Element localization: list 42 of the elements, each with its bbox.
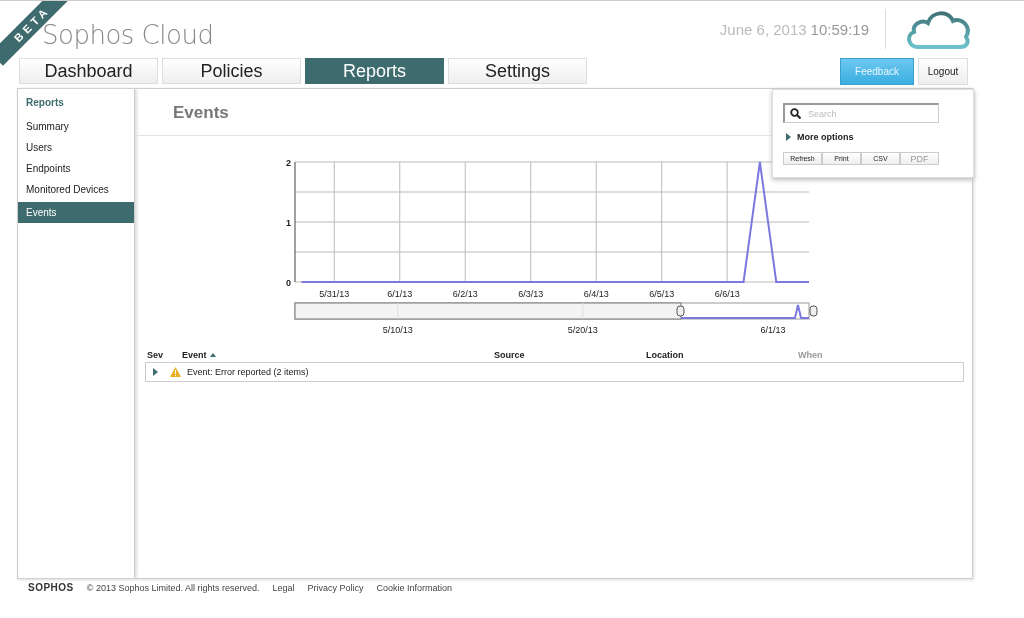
y-tick-label: 1 (286, 218, 291, 228)
current-date: June 6, 2013 (719, 20, 807, 38)
warning-icon (170, 367, 181, 377)
x-tick-label: 6/4/13 (583, 289, 609, 299)
sort-arrow-icon (209, 353, 216, 357)
expand-triangle-icon[interactable] (153, 368, 158, 376)
x-tick-label: 6/6/13 (714, 289, 740, 299)
column-header[interactable]: Location (646, 350, 684, 360)
navigator-date-label: 5/10/13 (382, 325, 413, 335)
sidebar-item[interactable]: Events (18, 202, 134, 223)
sidebar-item[interactable]: Users (18, 139, 134, 160)
footer-logo: SOPHOS (28, 582, 74, 593)
column-header[interactable]: Source (494, 350, 525, 360)
column-header[interactable]: Event (182, 350, 216, 360)
x-tick-label: 5/31/13 (319, 289, 350, 299)
footer-link[interactable]: Privacy Policy (307, 582, 364, 593)
nav-tab[interactable]: Reports (305, 58, 444, 84)
copyright-text: © 2013 Sophos Limited. All rights reserved. (86, 582, 260, 593)
nav-tab[interactable]: Settings (448, 58, 587, 84)
sidebar-item[interactable]: Endpoints (18, 160, 134, 181)
search-icon (790, 108, 801, 119)
event-row[interactable]: Event: Error reported (2 items) (145, 362, 964, 382)
x-tick-label: 6/5/13 (649, 289, 675, 299)
nav-tab[interactable]: Policies (162, 58, 301, 84)
y-tick-label: 0 (286, 278, 291, 288)
footer-link[interactable]: Legal (272, 582, 295, 593)
x-tick-label: 6/1/13 (387, 289, 413, 299)
column-header[interactable]: Sev (147, 350, 163, 360)
navigator-date-label: 5/20/13 (567, 325, 598, 335)
sidebar-item[interactable]: Monitored Devices (18, 181, 134, 202)
x-tick-label: 6/2/13 (452, 289, 478, 299)
search-field[interactable]: Search (783, 103, 939, 123)
footer-link[interactable]: Cookie Information (376, 582, 453, 593)
navigator-date-label: 6/1/13 (760, 325, 786, 335)
nav-tab[interactable]: Dashboard (19, 58, 158, 84)
logout-button[interactable]: Logout (918, 57, 968, 85)
x-tick-label: 6/3/13 (518, 289, 544, 299)
y-tick-label: 2 (286, 158, 291, 168)
sidebar-item[interactable]: Summary (18, 118, 134, 139)
current-time: 10:59:19 (810, 20, 869, 38)
event-text: Event: Error reported (2 items) (187, 367, 309, 377)
sidebar-heading: Reports (25, 97, 65, 110)
